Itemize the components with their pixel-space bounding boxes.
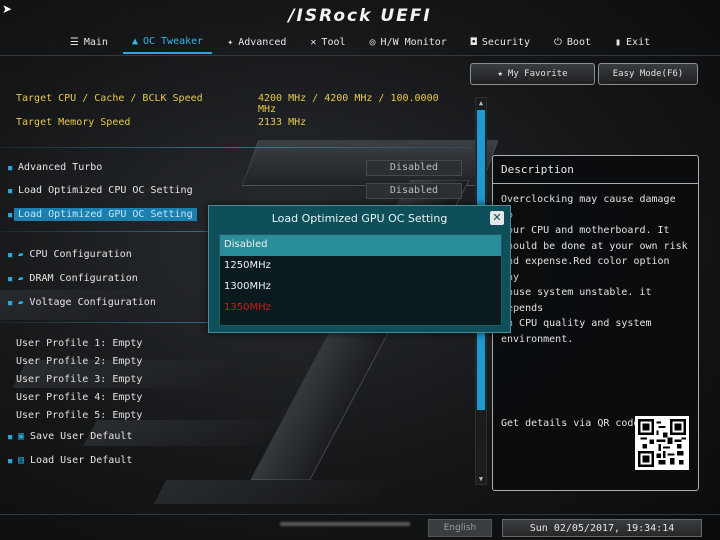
language-button[interactable]: English <box>428 519 492 537</box>
star-icon: ★ <box>497 69 503 79</box>
my-favorite-button[interactable]: ★ My Favorite <box>470 63 595 85</box>
user-profile-5: User Profile 5: Empty <box>16 410 143 421</box>
power-icon: ⏻ <box>553 36 562 48</box>
folder-icon: ▰ <box>18 297 24 308</box>
tool-icon: ✕ <box>310 36 317 48</box>
brand-logo: /ISRock UEFI <box>288 6 432 26</box>
setting-value[interactable]: Disabled <box>366 159 462 176</box>
option-1300mhz[interactable]: 1300MHz <box>220 277 501 298</box>
tab-hw-monitor[interactable]: ◎ H/W Monitor <box>361 30 456 54</box>
setting-advanced-turbo[interactable]: ■ Advanced Turbo Disabled <box>8 158 470 177</box>
bullet-icon: ■ <box>8 432 13 441</box>
info-row-memory-speed: Target Memory Speed 2133 MHz <box>16 117 307 128</box>
setting-load-optimized-cpu-oc[interactable]: ■ Load Optimized CPU OC Setting Disabled <box>8 181 470 200</box>
tab-security[interactable]: ◘ Security <box>462 30 539 54</box>
monitor-icon: ◎ <box>369 36 376 48</box>
dialog-title: Load Optimized GPU OC Setting <box>271 212 448 225</box>
datetime-display: Sun 02/05/2017, 19:34:14 <box>502 519 702 537</box>
bullet-icon: ■ <box>8 298 13 307</box>
tab-main[interactable]: ☰ Main <box>61 30 117 54</box>
user-profile-3: User Profile 3: Empty <box>16 374 143 385</box>
tab-oc-tweaker[interactable]: ▲ OC Tweaker <box>122 30 213 54</box>
main-tab-bar: ☰ Main ▲ OC Tweaker ✦ Advanced ✕ Tool ◎ H/W M… <box>0 30 720 56</box>
info-row-cpu-speed: Target CPU / Cache / BCLK Speed 4200 MHz… <box>16 93 439 115</box>
bullet-icon: ■ <box>8 456 13 465</box>
exit-icon: ▮ <box>615 36 622 48</box>
bullet-icon: ■ <box>8 163 13 172</box>
list-icon: ☰ <box>69 36 79 48</box>
bullet-icon: ■ <box>8 186 13 195</box>
setting-value[interactable]: Disabled <box>366 182 462 199</box>
folder-icon: ▰ <box>18 249 24 260</box>
tab-boot[interactable]: ⏻ Boot <box>545 30 600 54</box>
close-icon[interactable]: ✕ <box>490 211 504 225</box>
decorative-glow <box>280 522 410 526</box>
tab-tool[interactable]: ✕ Tool <box>301 30 354 54</box>
qr-code-label: Get details via QR code <box>501 418 640 429</box>
bullet-icon: ■ <box>8 274 13 283</box>
load-icon: ▤ <box>18 455 25 466</box>
mouse-cursor-icon: ➤ <box>2 2 13 16</box>
tab-advanced[interactable]: ✦ Advanced <box>218 30 295 54</box>
save-user-default-item[interactable]: ■ ▣ Save User Default <box>8 427 470 446</box>
gpu-oc-setting-dialog: Load Optimized GPU OC Setting ✕ Disabled… <box>208 205 511 333</box>
description-title: Description <box>493 156 698 184</box>
dialog-option-list: Disabled 1250MHz 1300MHz 1350MHz <box>219 234 502 326</box>
user-profile-4: User Profile 4: Empty <box>16 392 143 403</box>
load-user-default-item[interactable]: ■ ▤ Load User Default <box>8 451 470 470</box>
option-1350mhz[interactable]: 1350MHz <box>220 298 501 319</box>
folder-icon: ▰ <box>18 273 24 284</box>
tab-exit[interactable]: ▮ Exit <box>606 30 659 54</box>
scroll-up-icon[interactable]: ▲ <box>476 98 486 108</box>
divider <box>0 147 470 148</box>
scroll-down-icon[interactable]: ▼ <box>476 474 486 484</box>
bottom-bar: English Sun 02/05/2017, 19:34:14 <box>0 514 720 540</box>
user-profile-2: User Profile 2: Empty <box>16 356 143 367</box>
description-body: Overclocking may cause damage to your CP… <box>501 194 688 345</box>
save-icon: ▣ <box>18 431 25 442</box>
description-panel: Description Overclocking may cause damag… <box>492 155 699 491</box>
star-icon: ✦ <box>227 36 234 48</box>
qr-code-icon <box>635 416 689 470</box>
option-disabled[interactable]: Disabled <box>220 235 501 256</box>
user-profile-1: User Profile 1: Empty <box>16 338 143 349</box>
option-1250mhz[interactable]: 1250MHz <box>220 256 501 277</box>
easy-mode-button[interactable]: Easy Mode(F6) <box>598 63 698 85</box>
bullet-icon: ■ <box>8 250 13 259</box>
divider <box>0 514 720 515</box>
shield-icon: ◘ <box>470 36 477 48</box>
rocket-icon: ▲ <box>131 35 138 47</box>
